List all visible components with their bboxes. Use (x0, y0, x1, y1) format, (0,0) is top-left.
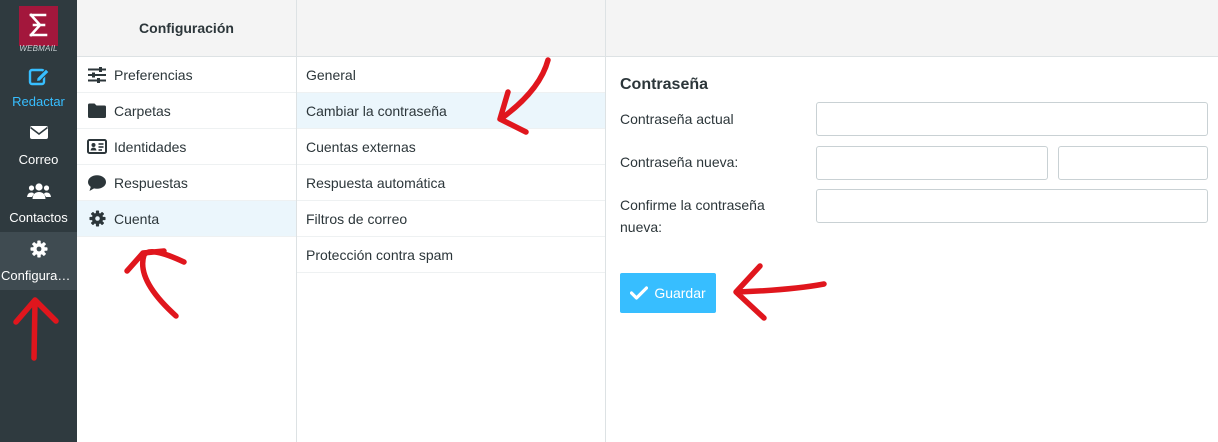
nav-compose[interactable]: Redactar (0, 58, 77, 116)
nav-mail[interactable]: Correo (0, 116, 77, 174)
confirm-password-field[interactable] (816, 189, 1208, 223)
folder-icon (87, 102, 107, 120)
save-button-label: Guardar (654, 285, 706, 301)
confirm-password-label: Confirme la contraseña nueva: (620, 197, 765, 235)
settings-item-label: Identidades (114, 138, 187, 155)
main-nav: WEBMAIL Redactar Correo Contactos Config… (0, 0, 77, 442)
account-item-external-accounts[interactable]: Cuentas externas (297, 129, 605, 165)
logo-text: WEBMAIL (19, 44, 58, 53)
checkmark-icon (630, 286, 649, 300)
settings-item-label: Preferencias (114, 66, 193, 83)
nav-settings-label: Configuraci... (1, 268, 77, 283)
settings-item-responses[interactable]: Respuestas (77, 165, 296, 201)
settings-list-panel: Configuración Preferencias Carpetas Iden… (77, 0, 297, 442)
account-item-change-password[interactable]: Cambiar la contraseña (297, 93, 605, 129)
settings-item-preferences[interactable]: Preferencias (77, 57, 296, 93)
form-title: Contraseña (620, 76, 709, 93)
logo-glyph-icon (29, 13, 48, 37)
new-password-repeat-field[interactable] (1058, 146, 1208, 180)
nav-contacts[interactable]: Contactos (0, 174, 77, 232)
settings-item-label: Respuestas (114, 174, 188, 191)
nav-contacts-label: Contactos (9, 210, 68, 225)
compose-icon (0, 66, 77, 88)
nav-settings[interactable]: Configuraci... (0, 232, 77, 290)
nav-compose-label: Redactar (12, 94, 65, 109)
settings-item-label: Carpetas (114, 102, 171, 119)
account-item-mail-filters[interactable]: Filtros de correo (297, 201, 605, 237)
settings-item-identities[interactable]: Identidades (77, 129, 296, 165)
account-item-spam-protection[interactable]: Protección contra spam (297, 237, 605, 273)
settings-item-label: Cuenta (114, 210, 160, 227)
users-icon (0, 182, 77, 204)
nav-mail-label: Correo (18, 152, 59, 167)
account-list-panel: General Cambiar la contraseña Cuentas ex… (297, 0, 606, 442)
id-card-icon (87, 138, 107, 156)
envelope-icon (0, 124, 77, 146)
settings-item-account[interactable]: Cuenta (77, 201, 296, 237)
settings-item-folders[interactable]: Carpetas (77, 93, 296, 129)
gear-icon (0, 240, 77, 262)
gear-icon (87, 210, 107, 228)
account-item-general[interactable]: General (297, 57, 605, 93)
account-list-header (297, 0, 605, 57)
comment-icon (87, 174, 107, 192)
save-button[interactable]: Guardar (620, 273, 716, 313)
account-item-auto-reply[interactable]: Respuesta automática (297, 165, 605, 201)
sliders-icon (87, 66, 107, 84)
settings-title: Configuración (77, 0, 296, 57)
webmail-logo[interactable] (19, 6, 58, 46)
current-password-label: Contraseña actual (620, 111, 734, 127)
new-password-field[interactable] (816, 146, 1048, 180)
password-form-panel: Contraseña Contraseña actual Contraseña … (606, 0, 1218, 442)
current-password-field[interactable] (816, 102, 1208, 136)
new-password-label: Contraseña nueva: (620, 154, 739, 170)
form-header (606, 0, 1218, 57)
